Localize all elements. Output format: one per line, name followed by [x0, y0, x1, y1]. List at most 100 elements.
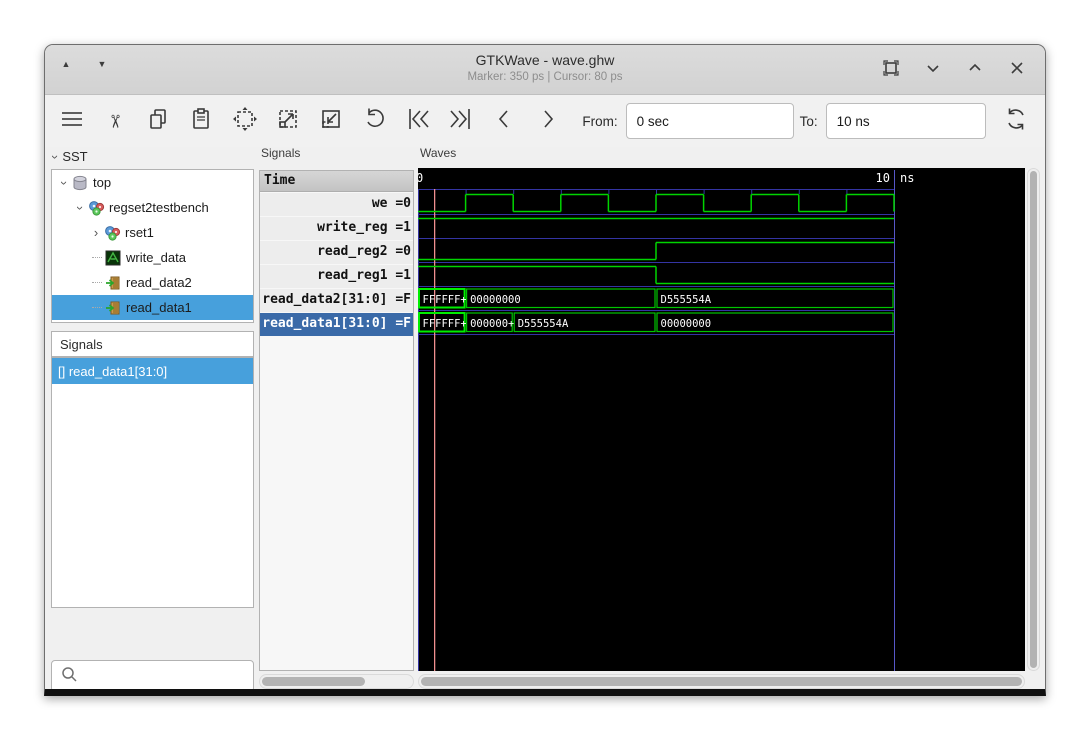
- to-label: To:: [800, 114, 818, 129]
- signals-panel-box: Time we =0 write_reg =1 read_reg2 =0 rea…: [259, 170, 414, 671]
- sst-label: SST: [62, 149, 87, 164]
- waves-panel: Waves 010nsFFFFFF+00000000D555554AFFFFFF…: [418, 147, 1039, 690]
- reload-icon: [1002, 105, 1030, 138]
- tree-item-write_data[interactable]: write_data: [52, 245, 253, 270]
- zoom-out-button[interactable]: [317, 106, 346, 136]
- tree-item-label: write_data: [126, 250, 186, 265]
- menu-button[interactable]: [57, 106, 86, 136]
- waves-hscrollbar[interactable]: [418, 674, 1025, 689]
- go-to-start-button[interactable]: [403, 106, 432, 136]
- expander-icon[interactable]: ›: [90, 228, 102, 238]
- scrollbar-thumb[interactable]: [262, 677, 365, 686]
- tree-item-label: regset2testbench: [109, 200, 209, 215]
- tree-item-rset1[interactable]: › rset1: [52, 220, 253, 245]
- trace-label-read_reg1[interactable]: read_reg1 =1: [260, 265, 413, 288]
- go-to-end-button[interactable]: [447, 106, 476, 136]
- scrollbar-thumb[interactable]: [1030, 171, 1037, 668]
- search-icon: [60, 665, 78, 688]
- waveform-canvas[interactable]: 010nsFFFFFF+00000000D555554AFFFFFF+00000…: [418, 168, 1025, 671]
- zoom-fit-button[interactable]: [230, 106, 259, 136]
- next-edge-button[interactable]: [533, 106, 562, 136]
- tree-guide-line: [92, 282, 102, 283]
- signals-panel: Signals Time we =0 write_reg =1 read_reg…: [259, 147, 414, 690]
- reload-button[interactable]: [1002, 106, 1031, 136]
- svg-text:0: 0: [418, 171, 423, 185]
- waves-vscrollbar[interactable]: [1027, 168, 1040, 671]
- previous-edge-button[interactable]: [490, 106, 519, 136]
- signals-list-header: Signals: [51, 331, 254, 357]
- sst-tree: › top › regset2testbench › rset1 write_d…: [51, 169, 254, 323]
- trace-label-read_data1[interactable]: read_data1[31:0] =F: [260, 313, 413, 336]
- expander-icon[interactable]: ›: [75, 202, 85, 214]
- skip-to-start-icon: [404, 105, 432, 138]
- svg-text:D555554A: D555554A: [661, 294, 712, 306]
- scrollbar-thumb[interactable]: [421, 677, 1022, 686]
- toolbar: ✂ From: To:: [45, 95, 1045, 147]
- to-input[interactable]: [826, 103, 986, 139]
- chevron-right-icon: [534, 105, 562, 138]
- tree-item-read_data1[interactable]: read_data1: [52, 295, 253, 320]
- hamburger-icon: [59, 106, 85, 137]
- trace-label-read_reg2[interactable]: read_reg2 =0: [260, 241, 413, 264]
- minimize-button[interactable]: [921, 56, 945, 80]
- module-gears-icon: [88, 200, 105, 216]
- tree-item-top[interactable]: › top: [52, 170, 253, 195]
- tree-item-regset2testbench[interactable]: › regset2testbench: [52, 195, 253, 220]
- module-gears-icon: [104, 225, 121, 241]
- trace-label-write_reg[interactable]: write_reg =1: [260, 217, 413, 240]
- from-label: From:: [582, 114, 617, 129]
- signals-header-label: Signals: [60, 337, 103, 352]
- signal-matrix-icon: [105, 250, 122, 266]
- fit-window-icon[interactable]: [879, 56, 903, 80]
- tree-guide-line: [92, 307, 102, 308]
- svg-text:ns: ns: [900, 171, 914, 185]
- time-header[interactable]: Time: [260, 171, 413, 192]
- zoom-in-icon: [275, 106, 301, 137]
- titlebar: ▲ ▼ GTKWave - wave.ghw Marker: 350 ps | …: [45, 45, 1045, 95]
- tree-guide-line: [92, 257, 102, 258]
- tree-item-read_data2[interactable]: read_data2: [52, 270, 253, 295]
- scissors-icon: ✂: [104, 113, 125, 128]
- svg-text:D555554A: D555554A: [518, 318, 569, 330]
- copy-button[interactable]: [144, 106, 173, 136]
- zoom-fit-icon: [232, 106, 258, 137]
- sst-header[interactable]: › SST: [53, 149, 88, 164]
- signal-item-label: [] read_data1[31:0]: [58, 364, 167, 379]
- signal-search-box[interactable]: [51, 660, 254, 692]
- chevron-left-icon: [490, 105, 518, 138]
- signals-hscrollbar[interactable]: [259, 674, 414, 689]
- zoom-out-icon: [318, 106, 344, 137]
- signal-list-item-read_data1[interactable]: [] read_data1[31:0]: [52, 358, 253, 384]
- tree-item-label: read_data2: [126, 275, 192, 290]
- svg-text:00000000: 00000000: [661, 318, 712, 330]
- tree-item-label: read_data1: [126, 300, 192, 315]
- waves-frame-label: Waves: [420, 146, 456, 160]
- svg-text:FFFFFF+: FFFFFF+: [423, 318, 467, 330]
- cut-button[interactable]: ✂: [100, 106, 129, 136]
- gtkwave-window: ▲ ▼ GTKWave - wave.ghw Marker: 350 ps | …: [44, 44, 1046, 696]
- database-icon: [72, 175, 89, 191]
- maximize-button[interactable]: [963, 56, 987, 80]
- trace-label-read_data2[interactable]: read_data2[31:0] =F: [260, 289, 413, 312]
- signals-list: [] read_data1[31:0]: [51, 357, 254, 608]
- from-input[interactable]: [626, 103, 794, 139]
- tree-item-label: top: [93, 175, 111, 190]
- trace-label-we[interactable]: we =0: [260, 193, 413, 216]
- undo-button[interactable]: [360, 106, 389, 136]
- undo-icon: [362, 106, 388, 137]
- port-out-icon: [105, 275, 122, 291]
- svg-text:FFFFFF+: FFFFFF+: [423, 294, 467, 306]
- svg-text:000000+: 000000+: [470, 318, 514, 330]
- main-content: › SST › top › regset2testbench › rset1: [45, 147, 1045, 690]
- copy-icon: [145, 106, 171, 137]
- signals-frame-label: Signals: [261, 146, 300, 160]
- svg-text:00000000: 00000000: [470, 294, 521, 306]
- sst-expander-icon: ›: [50, 154, 60, 158]
- expander-icon[interactable]: ›: [59, 177, 69, 189]
- tree-item-label: rset1: [125, 225, 154, 240]
- zoom-in-button[interactable]: [273, 106, 302, 136]
- skip-to-end-icon: [447, 105, 475, 138]
- close-button[interactable]: [1005, 56, 1029, 80]
- paste-button[interactable]: [187, 106, 216, 136]
- clipboard-icon: [188, 106, 214, 137]
